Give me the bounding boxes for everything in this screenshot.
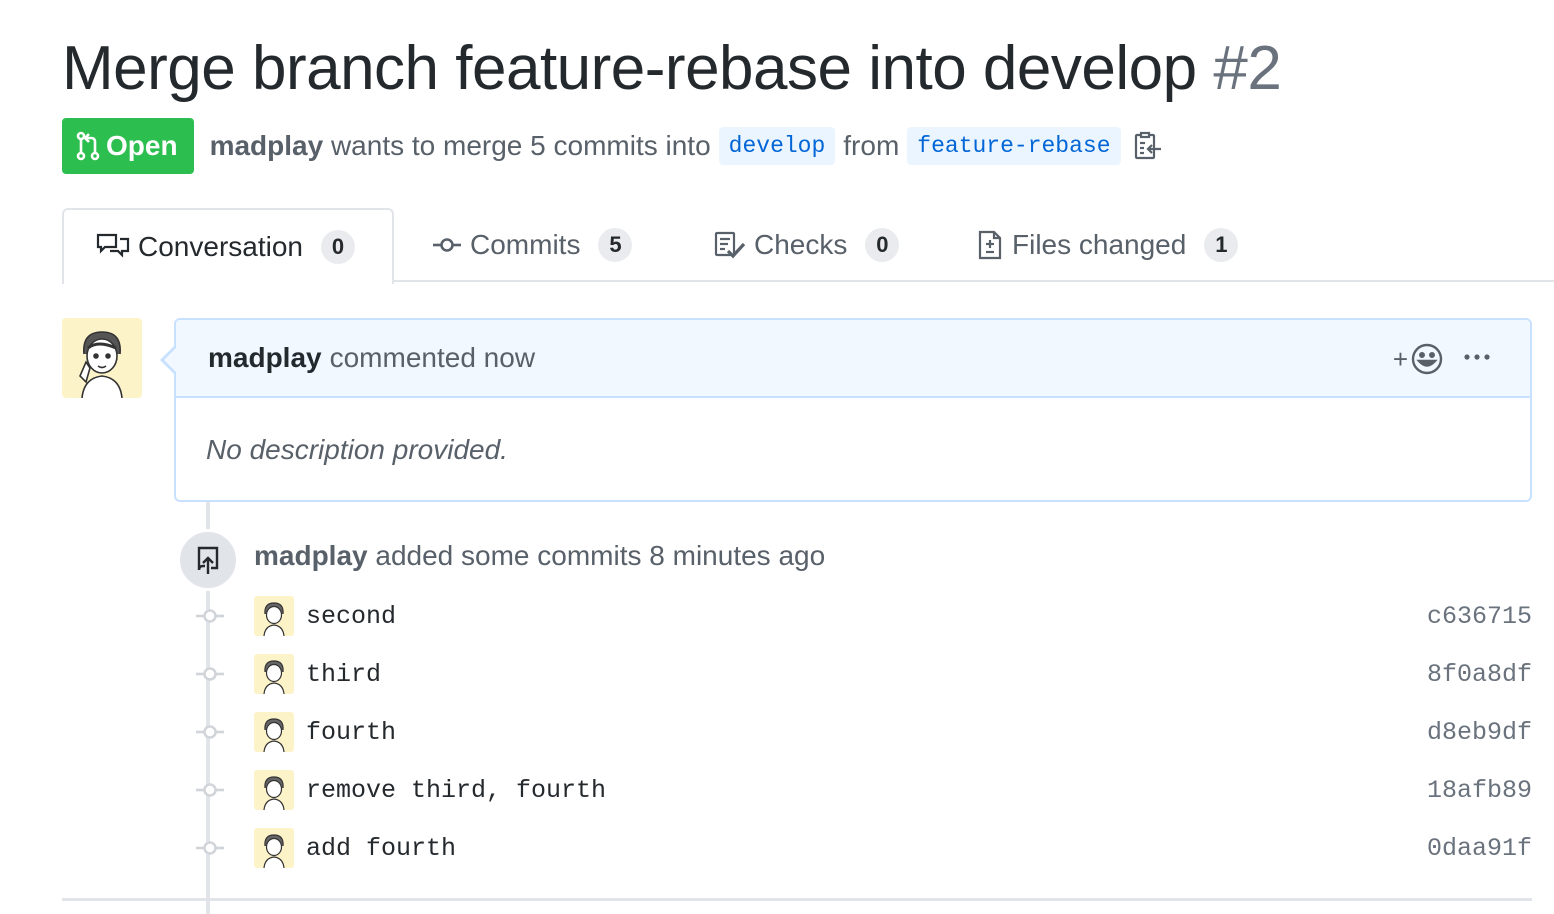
from-text: from xyxy=(843,130,900,161)
comment-action: commented now xyxy=(329,342,536,373)
commit-sha[interactable]: 0daa91f xyxy=(1427,834,1532,863)
git-pull-request-icon xyxy=(76,131,100,161)
tab-counter: 0 xyxy=(865,228,900,262)
merge-summary: madplay wants to merge 5 commits into de… xyxy=(210,127,1163,165)
reaction-plus: + xyxy=(1392,343,1408,374)
pr-tabs: Conversation 0 Commits 5 Checks 0 Files … xyxy=(62,208,1554,284)
avatar[interactable] xyxy=(254,770,294,810)
tab-commits[interactable]: Commits 5 xyxy=(432,208,633,282)
section-divider xyxy=(62,898,1532,901)
git-commit-icon xyxy=(190,722,230,742)
event-description: added some commits 8 minutes ago xyxy=(375,540,826,571)
clipboard-copy-icon[interactable] xyxy=(1133,131,1163,161)
tab-counter: 0 xyxy=(320,230,355,264)
tab-label: Conversation xyxy=(138,231,303,262)
commit-row: fourth d8eb9df xyxy=(190,710,1532,754)
commit-sha[interactable]: 8f0a8df xyxy=(1427,660,1532,689)
commit-message[interactable]: third xyxy=(306,660,381,689)
repo-push-icon xyxy=(195,544,221,576)
git-commit-icon xyxy=(190,838,230,858)
tab-checks[interactable]: Checks 0 xyxy=(714,208,900,282)
add-reaction-button[interactable]: + xyxy=(1393,342,1444,376)
tab-counter: 5 xyxy=(598,228,633,262)
avatar[interactable] xyxy=(254,596,294,636)
commit-message[interactable]: add fourth xyxy=(306,834,456,863)
git-commit-icon xyxy=(432,235,462,255)
pr-author-link[interactable]: madplay xyxy=(210,130,324,162)
event-author[interactable]: madplay xyxy=(254,540,368,571)
smiley-icon xyxy=(1410,342,1444,376)
avatar[interactable] xyxy=(254,654,294,694)
merge-text: wants to merge 5 commits into xyxy=(330,130,711,161)
pr-title-text: Merge branch feature-rebase into develop xyxy=(62,34,1197,103)
commit-sha[interactable]: c636715 xyxy=(1427,602,1532,631)
comment-author[interactable]: madplay xyxy=(208,342,322,374)
tab-counter: 1 xyxy=(1204,228,1239,262)
git-commit-icon xyxy=(190,664,230,684)
event-badge xyxy=(177,529,239,591)
kebab-horizontal-icon[interactable] xyxy=(1462,342,1492,372)
commit-sha[interactable]: d8eb9df xyxy=(1427,718,1532,747)
comment-header: madplay commented now + xyxy=(160,320,1530,398)
pr-number: #2 xyxy=(1213,34,1282,103)
commit-message[interactable]: remove third, fourth xyxy=(306,776,606,805)
comment-body: No description provided. xyxy=(206,434,508,465)
comment-discussion-icon xyxy=(96,232,130,262)
pr-meta: Open madplay wants to merge 5 commits in… xyxy=(62,118,1163,174)
git-commit-icon xyxy=(190,780,230,800)
tab-label: Commits xyxy=(470,229,581,260)
commit-sha[interactable]: 18afb89 xyxy=(1427,776,1532,805)
avatar[interactable] xyxy=(254,712,294,752)
commit-message[interactable]: second xyxy=(306,602,396,631)
head-branch[interactable]: feature-rebase xyxy=(907,127,1121,165)
comment-arrow-fill xyxy=(164,346,178,374)
pr-title: Merge branch feature-rebase into develop… xyxy=(62,30,1282,108)
tab-conversation[interactable]: Conversation 0 xyxy=(62,208,394,284)
tab-label: Files changed xyxy=(1012,229,1187,260)
commit-row: second c636715 xyxy=(190,594,1532,638)
commit-message[interactable]: fourth xyxy=(306,718,396,747)
commit-row: third 8f0a8df xyxy=(190,652,1532,696)
git-commit-icon xyxy=(190,606,230,626)
commits-event: madplay added some commits 8 minutes ago xyxy=(254,540,825,572)
state-label: Open xyxy=(106,130,178,161)
tab-label: Checks xyxy=(754,229,848,260)
commit-row: add fourth 0daa91f xyxy=(190,826,1532,870)
comment-box: madplay commented now + No description p… xyxy=(160,318,1532,502)
base-branch[interactable]: develop xyxy=(718,127,836,165)
avatar[interactable] xyxy=(62,318,142,398)
state-badge: Open xyxy=(62,118,194,174)
file-diff-icon xyxy=(976,229,1004,261)
checklist-icon xyxy=(714,231,746,259)
tab-files-changed[interactable]: Files changed 1 xyxy=(976,208,1239,282)
commit-row: remove third, fourth 18afb89 xyxy=(190,768,1532,812)
avatar[interactable] xyxy=(254,828,294,868)
